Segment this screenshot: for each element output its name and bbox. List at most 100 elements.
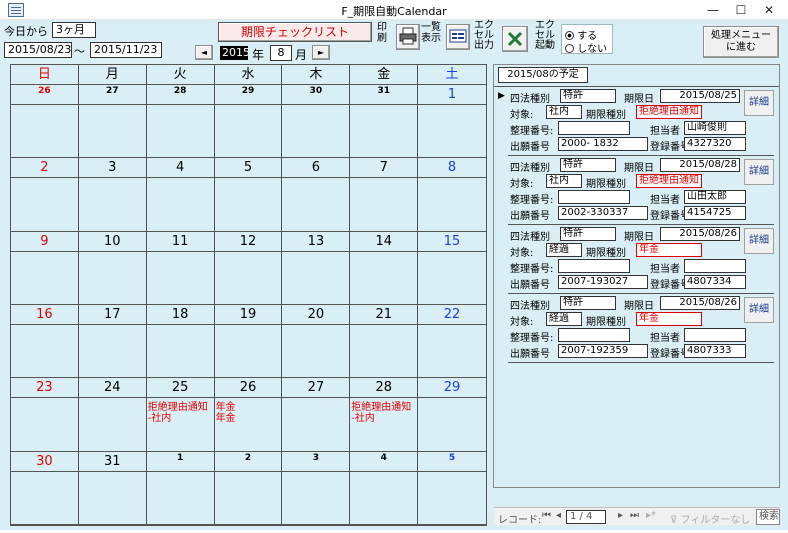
deadline-type-field[interactable]: 拒絶理由通知 [636, 105, 702, 119]
calendar-day-cell[interactable]: 22 [418, 305, 486, 379]
law-type-field[interactable]: 特許 [560, 296, 616, 310]
calendar-day-cell[interactable]: 25 拒絶理由通知 -社内 [146, 378, 215, 452]
excel-output-button[interactable] [502, 26, 528, 52]
calendar-day-cell[interactable]: 28 [146, 85, 215, 159]
maximize-button[interactable]: ☐ [728, 2, 754, 18]
calendar-day-cell[interactable]: 27 [282, 378, 351, 452]
calendar-day-cell[interactable]: 28 拒絶理由通知 -社内 [350, 378, 419, 452]
detail-button[interactable]: 詳細 [744, 90, 774, 116]
reg-no-field[interactable]: 4327320 [684, 137, 746, 151]
calendar-day-cell[interactable]: 2 [11, 158, 79, 232]
radio-no[interactable]: しない [565, 40, 607, 55]
prev-month-button[interactable]: ◄ [195, 45, 213, 60]
calendar-day-cell[interactable]: 14 [350, 231, 419, 305]
deadline-checklist-button[interactable]: 期限チェックリスト [218, 22, 372, 42]
month-field[interactable]: 8 [270, 45, 292, 61]
print-button[interactable] [396, 24, 420, 50]
calendar-day-cell[interactable]: 18 [146, 305, 215, 379]
calendar-day-cell[interactable]: 17 [78, 305, 147, 379]
period-select[interactable]: 3ヶ月 [52, 22, 96, 38]
calendar-day-cell[interactable]: 8 [418, 158, 486, 232]
law-type-field[interactable]: 特許 [560, 158, 616, 172]
calendar-day-cell[interactable]: 11 [146, 231, 215, 305]
person-field[interactable]: 山崎俊則 [684, 121, 746, 135]
close-button[interactable]: ✕ [756, 2, 782, 18]
calendar-day-cell[interactable]: 1 [418, 85, 486, 159]
calendar-day-cell[interactable]: 29 [214, 85, 283, 159]
app-no-field[interactable]: 2000- 1832 [558, 137, 648, 151]
calendar-day-cell[interactable]: 26 [11, 85, 79, 159]
detail-button[interactable]: 詳細 [744, 297, 774, 323]
calendar-day-cell[interactable]: 4 [146, 158, 215, 232]
date-from-field[interactable]: 2015/08/23 [4, 42, 72, 58]
calendar-day-cell[interactable]: 4 [350, 451, 419, 525]
deadline-type-field[interactable]: 拒絶理由通知 [636, 174, 702, 188]
calendar-day-cell[interactable]: 7 [350, 158, 419, 232]
calendar-day-cell[interactable]: 9 [11, 231, 79, 305]
minimize-button[interactable]: — [700, 2, 726, 18]
calendar-day-cell[interactable]: 3 [282, 451, 351, 525]
prev-record-button[interactable]: ◂ [556, 510, 561, 521]
deadline-type-field[interactable]: 年金 [636, 243, 702, 257]
detail-button[interactable]: 詳細 [744, 228, 774, 254]
reg-no-field[interactable]: 4807333 [684, 344, 746, 358]
year-field[interactable]: 2015 [220, 46, 250, 60]
ref-no-field[interactable] [558, 121, 630, 135]
date-to-field[interactable]: 2015/11/23 [90, 42, 162, 58]
law-type-field[interactable]: 特許 [560, 227, 616, 241]
deadline-field[interactable]: 2015/08/25 [660, 89, 740, 103]
reg-no-field[interactable]: 4807334 [684, 275, 746, 289]
calendar-event[interactable]: 年金 年金 [216, 402, 236, 424]
target-field[interactable]: 社内 [546, 174, 582, 188]
calendar-day-cell[interactable]: 27 [78, 85, 147, 159]
calendar-day-cell[interactable]: 29 [418, 378, 486, 452]
calendar-day-cell[interactable]: 15 [418, 232, 486, 305]
deadline-field[interactable]: 2015/08/26 [660, 296, 740, 310]
calendar-day-cell[interactable]: 19 [214, 305, 283, 379]
calendar-day-cell[interactable]: 30 [282, 85, 351, 159]
calendar-day-cell[interactable]: 1 [146, 451, 215, 525]
ref-no-field[interactable] [558, 328, 630, 342]
calendar-day-cell[interactable]: 30 [11, 451, 79, 525]
calendar-day-cell[interactable]: 13 [282, 231, 351, 305]
detail-button[interactable]: 詳細 [744, 159, 774, 185]
calendar-day-cell[interactable]: 12 [214, 231, 283, 305]
calendar-day-cell[interactable]: 31 [78, 451, 147, 525]
record-position-field[interactable]: 1 / 4 [566, 510, 606, 524]
ref-no-field[interactable] [558, 259, 630, 273]
calendar-event[interactable]: 拒絶理由通知 -社内 [148, 402, 208, 424]
list-view-button[interactable] [446, 24, 470, 50]
calendar-day-cell[interactable]: 6 [282, 158, 351, 232]
target-field[interactable]: 経過 [546, 312, 582, 326]
calendar-day-cell[interactable]: 16 [11, 305, 79, 379]
calendar-day-cell[interactable]: 2 [214, 451, 283, 525]
filter-status[interactable]: ⊽ フィルターなし [670, 511, 750, 526]
deadline-field[interactable]: 2015/08/26 [660, 227, 740, 241]
next-record-button[interactable]: ▸ [618, 510, 623, 521]
next-month-button[interactable]: ► [312, 45, 330, 60]
first-record-button[interactable]: ⏮ [542, 510, 551, 521]
calendar-day-cell[interactable]: 5 [214, 158, 283, 232]
last-record-button[interactable]: ⏭ [630, 510, 639, 521]
app-no-field[interactable]: 2007-193027 [558, 275, 648, 289]
app-no-field[interactable]: 2002-330337 [558, 206, 648, 220]
person-field[interactable] [684, 328, 746, 342]
target-field[interactable]: 経過 [546, 243, 582, 257]
law-type-field[interactable]: 特許 [560, 89, 616, 103]
calendar-day-cell[interactable]: 21 [350, 305, 419, 379]
calendar-day-cell[interactable]: 10 [78, 231, 147, 305]
target-field[interactable]: 社内 [546, 105, 582, 119]
calendar-day-cell[interactable]: 5 [418, 452, 486, 525]
calendar-day-cell[interactable]: 20 [282, 305, 351, 379]
calendar-day-cell[interactable]: 26 年金 年金 [214, 378, 283, 452]
calendar-day-cell[interactable]: 24 [78, 378, 147, 452]
ref-no-field[interactable] [558, 190, 630, 204]
calendar-day-cell[interactable]: 31 [350, 85, 419, 159]
new-record-button[interactable]: ▸* [646, 510, 656, 521]
search-field[interactable]: 検索 [756, 509, 780, 525]
deadline-type-field[interactable]: 年金 [636, 312, 702, 326]
reg-no-field[interactable]: 4154725 [684, 206, 746, 220]
process-menu-button[interactable]: 処理メニュー に進む [703, 26, 779, 58]
calendar-day-cell[interactable]: 3 [78, 158, 147, 232]
person-field[interactable]: 山田太郎 [684, 190, 746, 204]
